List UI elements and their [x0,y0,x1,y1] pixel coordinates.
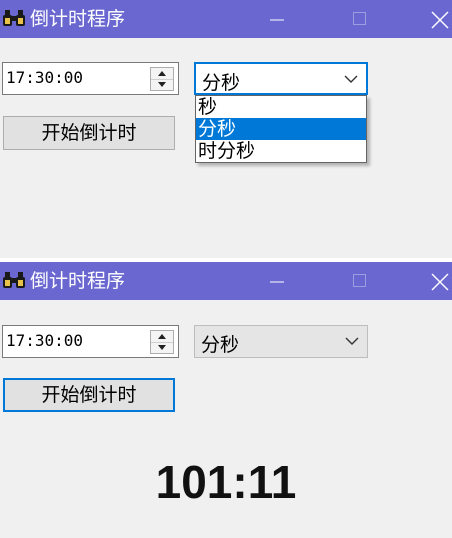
triangle-up-icon [158,71,166,76]
triangle-down-icon [158,345,166,350]
format-dropdown-list[interactable]: 秒 分秒 时分秒 [195,95,367,163]
triangle-up-icon [158,334,166,339]
maximize-button[interactable] [337,262,383,300]
time-spinner[interactable] [150,330,174,354]
close-button[interactable] [416,0,452,38]
time-value[interactable]: 17:30:00 [6,68,83,87]
title-bar[interactable]: 倒计时程序 [0,262,452,300]
format-combobox[interactable]: 分秒 [194,62,368,95]
combo-selected-value: 分秒 [201,334,240,356]
countdown-display: 101:11 [155,456,297,508]
time-picker[interactable]: 17:30:00 [2,325,179,358]
spin-down-button[interactable] [151,342,173,353]
triangle-down-icon [158,82,166,87]
spin-down-button[interactable] [151,79,173,90]
maximize-icon [353,274,366,287]
minimize-button[interactable] [254,0,300,38]
window-title: 倒计时程序 [30,8,126,30]
maximize-button[interactable] [337,0,383,38]
format-combobox[interactable]: 分秒 [194,325,368,358]
close-icon [431,273,449,291]
start-countdown-button[interactable]: 开始倒计时 [3,378,175,412]
dropdown-option-minutes-seconds[interactable]: 分秒 [196,118,366,140]
start-countdown-button[interactable]: 开始倒计时 [3,116,175,150]
close-button[interactable] [416,262,452,300]
minimize-icon [270,281,284,283]
time-picker[interactable]: 17:30:00 [2,62,179,95]
minimize-button[interactable] [254,262,300,300]
title-bar[interactable]: 倒计时程序 [0,0,452,38]
maximize-icon [353,12,366,25]
combo-selected-value: 分秒 [202,72,241,94]
time-value[interactable]: 17:30:00 [6,331,83,350]
dropdown-option-hours-minutes-seconds[interactable]: 时分秒 [196,140,366,162]
time-spinner[interactable] [150,67,174,91]
chevron-down-icon [345,337,359,345]
minimize-icon [270,19,284,21]
binoculars-icon [3,272,25,288]
countdown-window-dropdown-open: 倒计时程序 17:30:00 分秒 秒 分秒 时分秒 开始倒计时 [0,0,452,258]
countdown-window-running: 倒计时程序 17:30:00 分秒 开始倒计时 101:11 [0,262,452,538]
dropdown-option-seconds[interactable]: 秒 [196,96,366,118]
window-title: 倒计时程序 [30,270,126,292]
close-icon [431,11,449,29]
binoculars-icon [3,10,25,26]
chevron-down-icon [344,75,358,83]
